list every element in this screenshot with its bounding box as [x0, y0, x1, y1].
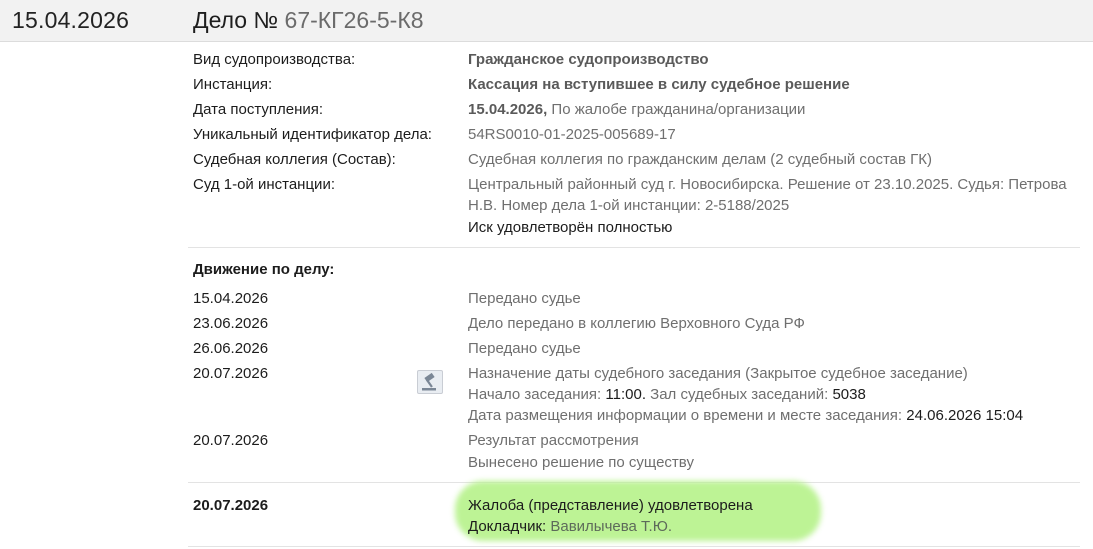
event-date: 20.07.2026: [193, 432, 269, 449]
event-date: 23.06.2026: [193, 315, 269, 332]
gavel-icon[interactable]: [417, 370, 443, 394]
case-label: Дело №: [193, 7, 279, 33]
hall-label: Зал судебных заседаний:: [650, 386, 829, 403]
receipt-date-row: 15.04.2026, По жалобе гражданина/организ…: [468, 100, 805, 120]
header-date: 15.04.2026: [12, 7, 130, 33]
header-bar: 15.04.2026 Дело № 67-КГ26-5-К8: [0, 0, 1093, 42]
event-text: Передано судье: [468, 340, 581, 357]
session-details: Начало заседания: 11:00. Зал судебных за…: [468, 385, 866, 405]
proceeding-type-value: Гражданское судопроизводство: [468, 51, 709, 68]
divider: [188, 546, 1080, 547]
receipt-date-label: Дата поступления:: [193, 101, 324, 118]
first-instance-line1: Центральный районный суд г. Новосибирска…: [468, 176, 1067, 193]
receipt-date-value: 15.04.2026,: [468, 101, 548, 118]
posted-value: 24.06.2026 15:04: [906, 407, 1024, 424]
movement-title: Движение по делу:: [193, 261, 335, 278]
event-text: Назначение даты судебного заседания (Зак…: [468, 365, 968, 382]
uid-label: Уникальный идентификатор дела:: [193, 126, 432, 143]
reporter-row: Докладчик: Вавилычева Т.Ю.: [468, 517, 672, 537]
collegium-value: Судебная коллегия по гражданским делам (…: [468, 151, 932, 168]
hall-value: 5038: [832, 386, 866, 403]
reporter-value: Вавилычева Т.Ю.: [550, 518, 673, 535]
event-text: Дело передано в коллегию Верховного Суда…: [468, 315, 805, 332]
posted-label: Дата размещения информации о времени и м…: [468, 407, 903, 424]
proceeding-type-label: Вид судопроизводства:: [193, 51, 356, 68]
collegium-label: Судебная коллегия (Состав):: [193, 151, 396, 168]
first-instance-result: Иск удовлетворён полностью: [468, 219, 673, 236]
event-text: Результат рассмотрения: [468, 432, 639, 449]
event-text-2: Вынесено решение по существу: [468, 454, 694, 471]
case-title: Дело № 67-КГ26-5-К8: [193, 7, 424, 34]
final-date: 20.07.2026: [193, 497, 269, 514]
first-instance-line2: Н.В. Номер дела 1-ой инстанции: 2-5188/2…: [468, 197, 790, 214]
event-date: 15.04.2026: [193, 290, 269, 307]
reporter-label: Докладчик:: [468, 518, 547, 535]
instance-label: Инстанция:: [193, 76, 273, 93]
instance-value: Кассация на вступившее в силу судебное р…: [468, 76, 850, 93]
session-start-value: 11:00.: [605, 386, 646, 403]
event-date: 26.06.2026: [193, 340, 269, 357]
divider: [188, 247, 1080, 248]
event-date: 20.07.2026: [193, 365, 269, 382]
receipt-source: По жалобе гражданина/организации: [551, 101, 806, 118]
posted-info: Дата размещения информации о времени и м…: [468, 406, 1023, 426]
event-text: Передано судье: [468, 290, 581, 307]
final-result: Жалоба (представление) удовлетворена: [468, 497, 753, 514]
uid-value: 54RS0010-01-2025-005689-17: [468, 126, 676, 143]
first-instance-label: Суд 1-ой инстанции:: [193, 176, 335, 193]
case-number: 67-КГ26-5-К8: [284, 7, 424, 33]
session-start-label: Начало заседания:: [468, 386, 602, 403]
